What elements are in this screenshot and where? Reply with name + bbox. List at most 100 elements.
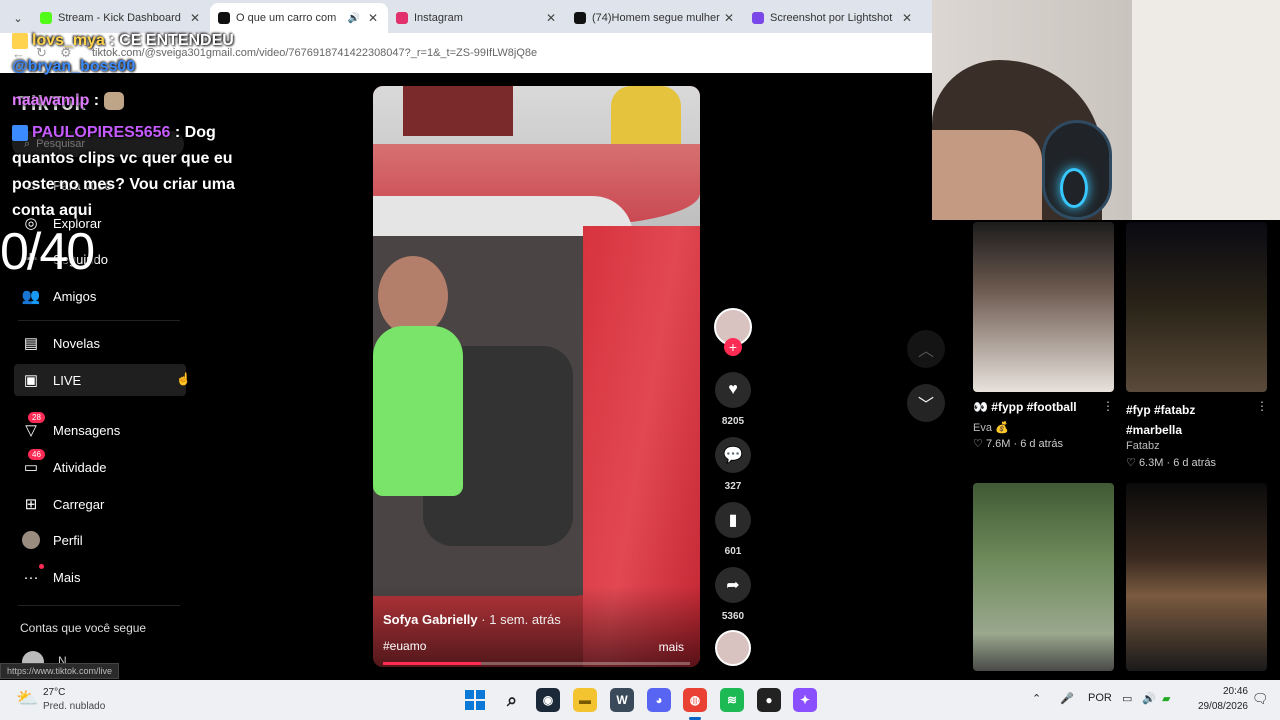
previous-video-button[interactable]: ︿ — [907, 330, 945, 368]
app-icon[interactable]: ✦ — [793, 688, 817, 712]
clip-counter: 0/40 — [0, 223, 95, 281]
sidebar-item-label: Carregar — [53, 496, 105, 512]
video-progress-bar[interactable] — [383, 662, 690, 665]
follow-plus-icon[interactable]: + — [724, 338, 742, 356]
share-count: 5360 — [721, 611, 745, 622]
chat-message: PAULOPIRES5656 : Dog quantos clips vc qu… — [12, 124, 235, 219]
chat-message: @bryan_boss00 — [12, 54, 252, 80]
related-video-thumbnail[interactable] — [973, 483, 1114, 671]
discord-icon[interactable]: ◕ — [647, 688, 671, 712]
tab-tiktok-homem[interactable]: (74)Homem segue mulher ✕ — [566, 3, 744, 33]
lightshot-icon — [752, 12, 764, 24]
related-video-title[interactable]: 👀 #fypp #football — [973, 400, 1098, 414]
speaker-icon[interactable]: 🔊 — [348, 13, 360, 24]
file-explorer-icon[interactable]: ▬ — [573, 688, 597, 712]
close-tab-icon[interactable]: ✕ — [722, 11, 736, 25]
heart-outline-icon: ♡ — [973, 438, 983, 450]
sidebar-item-label: Perfil — [53, 532, 83, 548]
webcam-overlay — [932, 0, 1280, 220]
related-video-thumbnail[interactable] — [1126, 483, 1267, 671]
save-button[interactable]: ▮ — [715, 502, 751, 538]
spotify-icon[interactable]: ≋ — [720, 688, 744, 712]
related-video-thumbnail[interactable] — [973, 222, 1114, 392]
video-author[interactable]: Sofya Gabrielly · 1 sem. atrás — [383, 612, 561, 627]
sidebar-item-profile[interactable]: Perfil — [14, 524, 186, 556]
chevron-down-icon: ﹀ — [917, 397, 934, 414]
obs-icon[interactable]: ● — [757, 688, 781, 712]
microphone-icon[interactable]: 🎤 — [1060, 692, 1074, 705]
wow-icon[interactable]: W — [610, 688, 634, 712]
more-options-icon[interactable]: ⋮ — [1102, 399, 1114, 413]
save-count: 601 — [724, 546, 742, 557]
close-tab-icon[interactable]: ✕ — [366, 11, 380, 25]
tab-instagram[interactable]: Instagram ✕ — [388, 3, 566, 33]
notification-dot — [39, 564, 44, 569]
sidebar-item-activity[interactable]: ▭ 46 Atividade — [14, 449, 186, 483]
message-icon: ▽ 28 — [22, 412, 45, 439]
share-button[interactable]: ➦ — [715, 567, 751, 603]
avatar[interactable] — [715, 630, 751, 666]
network-icon[interactable]: ▭ — [1122, 692, 1132, 705]
stream-chat-overlay: lovs_mya : CE ENTENDEU @bryan_boss00 naa… — [12, 28, 252, 224]
comment-button[interactable]: 💬 — [715, 437, 751, 473]
sidebar-divider — [18, 320, 180, 321]
webcam-background — [1132, 0, 1280, 220]
more-options-icon[interactable]: ⋮ — [1256, 399, 1268, 413]
video-hashtag[interactable]: #euamo — [383, 639, 426, 653]
sidebar-item-more[interactable]: ··· Mais — [14, 561, 186, 593]
sidebar-item-novelas[interactable]: ▤ Novelas — [14, 327, 186, 359]
related-video-author[interactable]: Fatabz — [1126, 440, 1160, 452]
steam-icon[interactable]: ◉ — [536, 688, 560, 712]
language-indicator[interactable]: POR — [1088, 692, 1112, 704]
chat-username: lovs_mya — [32, 32, 105, 49]
tab-lightshot[interactable]: Screenshot por Lightshot ✕ — [744, 3, 922, 33]
close-tab-icon[interactable]: ✕ — [900, 11, 914, 25]
chat-badge-icon — [12, 124, 28, 141]
chrome-icon[interactable]: ◍ — [683, 688, 707, 712]
sidebar-item-label: Novelas — [53, 335, 100, 351]
video-player[interactable]: Sofya Gabrielly · 1 sem. atrás #euamo ma… — [373, 86, 700, 667]
close-tab-icon[interactable]: ✕ — [544, 11, 558, 25]
sidebar-item-label: Mensagens — [53, 422, 121, 438]
close-tab-icon[interactable]: ✕ — [188, 11, 202, 25]
kick-icon — [40, 12, 52, 24]
taskbar: ⛅ 27°C Pred. nublado ⌕ ◉ ▬ W ◕ ◍ ≋ ● ✦ ⌃… — [0, 680, 1280, 720]
related-video-author[interactable]: Eva 💰 — [973, 421, 1009, 434]
video-more-link[interactable]: mais — [659, 640, 684, 654]
live-icon: ▣ — [23, 372, 39, 389]
sidebar-item-upload[interactable]: ⊞ Carregar — [14, 488, 186, 520]
volume-icon[interactable]: 🔊 — [1142, 692, 1156, 705]
activity-badge: 46 — [28, 449, 45, 460]
weather-cloud-sun-icon[interactable]: ⛅ — [16, 688, 38, 709]
weather-temperature[interactable]: 27°C — [43, 687, 65, 698]
clock-date[interactable]: 29/08/2026 — [1190, 701, 1248, 712]
related-video-stats: ♡ 6.3M · 6 d atrás — [1126, 457, 1216, 469]
clock-time[interactable]: 20:46 — [1214, 686, 1248, 697]
related-video-thumbnail[interactable] — [1126, 222, 1267, 392]
screen: ⌄ Stream - Kick Dashboard ✕ O que um car… — [0, 0, 1280, 720]
related-video-title[interactable]: #fyp #fatabz #marbella — [1126, 400, 1236, 440]
next-video-button[interactable]: ﹀ — [907, 384, 945, 422]
tiktok-icon — [574, 12, 586, 24]
windows-start-icon[interactable] — [463, 688, 487, 712]
related-video-stats: ♡ 7.6M · 6 d atrás — [973, 438, 1063, 450]
like-button[interactable]: ♥ — [715, 372, 751, 408]
video-scene-body — [373, 326, 463, 496]
chat-message: naawamip : — [12, 88, 252, 114]
heart-icon: ♥ — [728, 381, 738, 398]
comment-count: 327 — [724, 481, 742, 492]
heart-outline-icon: ♡ — [1126, 457, 1136, 469]
sidebar-item-live[interactable]: ▣ LIVE ☝ — [14, 364, 191, 396]
mouse-cursor-icon: ☝ — [176, 372, 191, 386]
chevron-up-icon[interactable]: ⌃ — [1032, 692, 1041, 705]
search-icon[interactable]: ⌕ — [500, 688, 524, 712]
sidebar-item-friends[interactable]: 👥 Amigos — [14, 280, 186, 312]
activity-icon: ▭ 46 — [22, 449, 45, 476]
sidebar-item-label: Mais — [53, 569, 81, 585]
weather-description[interactable]: Pred. nublado — [43, 701, 105, 712]
upload-icon: ⊞ — [24, 496, 38, 513]
battery-icon[interactable]: ▰ — [1162, 692, 1170, 705]
notification-icon[interactable]: 🗨 — [1252, 691, 1269, 707]
chat-badge-icon — [12, 32, 28, 49]
sidebar-item-messages[interactable]: ▽ 28 Mensagens — [14, 412, 186, 446]
